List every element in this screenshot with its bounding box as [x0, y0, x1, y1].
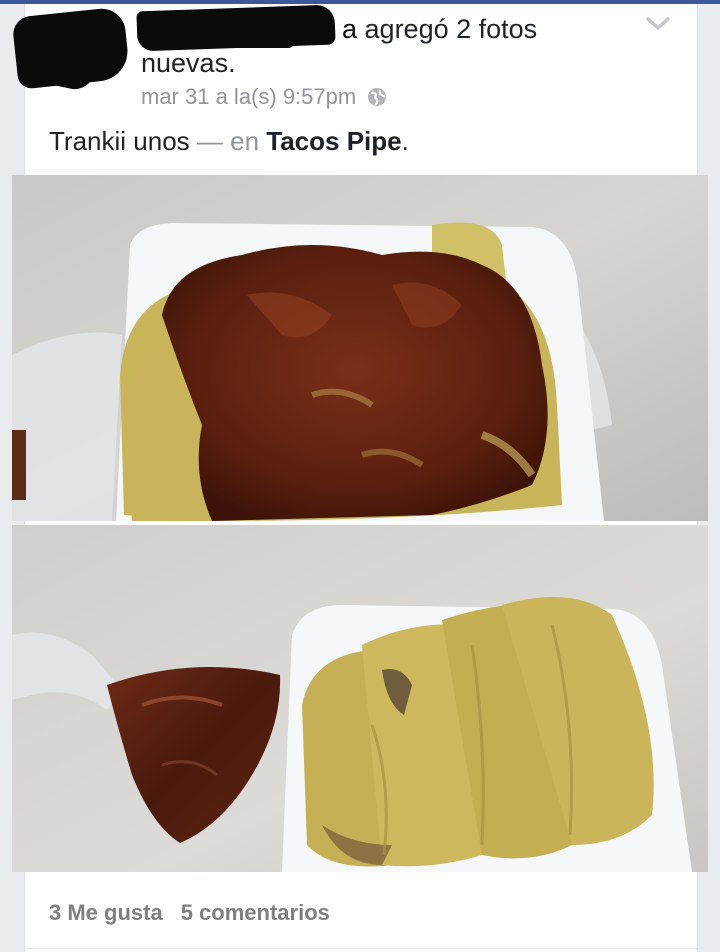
post-header: a agregó 2 fotos nuevas. — [141, 12, 621, 80]
chevron-down-icon[interactable] — [645, 14, 671, 34]
post-card: a agregó 2 fotos nuevas. mar 31 a la(s) … — [11, 4, 708, 952]
place-link[interactable]: Tacos Pipe — [266, 126, 401, 156]
post-action-text: agregó 2 fotos nuevas. — [141, 14, 538, 78]
engagement-summary: 3 Me gusta 5 comentarios — [49, 900, 330, 926]
post-timestamp[interactable]: mar 31 a la(s) 9:57pm — [141, 84, 356, 110]
photo-tacos-and-salsa-bag[interactable] — [12, 525, 708, 872]
status-text: Trankii unos — [49, 126, 190, 156]
post-meta: mar 31 a la(s) 9:57pm — [141, 84, 388, 110]
comments-count[interactable]: 5 comentarios — [181, 900, 330, 926]
globe-icon[interactable] — [366, 86, 388, 108]
photo-tacos-with-salsa[interactable] — [12, 175, 708, 521]
likes-count[interactable]: 3 Me gusta — [49, 900, 163, 926]
divider — [25, 948, 697, 949]
status-message: Trankii unos — en Tacos Pipe. — [49, 126, 409, 157]
status-separator: — en — [189, 126, 267, 156]
status-end: . — [401, 126, 409, 156]
actor-name-fragment[interactable]: a — [342, 14, 357, 44]
